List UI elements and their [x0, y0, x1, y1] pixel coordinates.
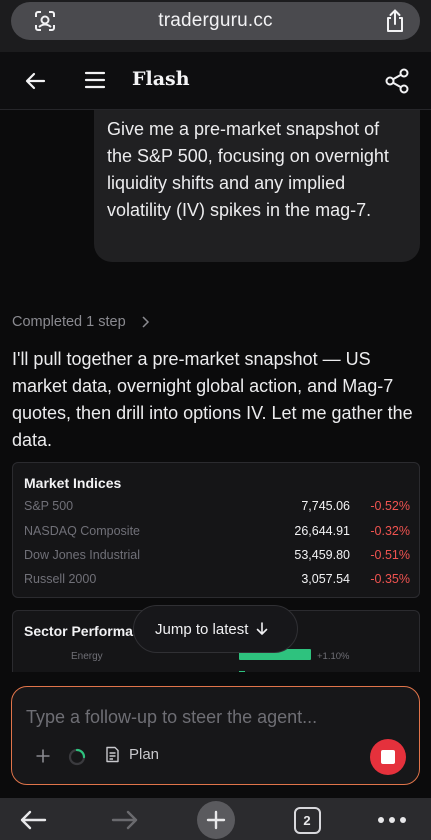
hamburger-menu-icon[interactable] [84, 69, 106, 91]
arrow-right-icon [111, 810, 138, 830]
share-nodes-icon[interactable] [385, 68, 409, 94]
page-settings-icon[interactable] [33, 10, 57, 32]
browser-address-bar-area: traderguru.cc [0, 0, 431, 52]
loading-spinner-icon [68, 748, 86, 766]
index-row: Russell 2000 3,057.54 -0.35% [24, 568, 410, 592]
index-row: NASDAQ Composite 26,644.91 -0.32% [24, 520, 410, 544]
plus-icon[interactable] [36, 749, 50, 763]
user-message-bubble: Give me a pre-market snapshot of the S&P… [94, 110, 420, 262]
arrow-down-icon [257, 622, 268, 635]
index-value: 3,057.54 [301, 572, 350, 586]
follow-up-input[interactable]: Type a follow-up to steer the agent... [26, 707, 317, 728]
plan-button[interactable]: Plan [104, 746, 159, 763]
assistant-message: I'll pull together a pre-market snapshot… [12, 349, 413, 450]
page-title: Flash [132, 68, 190, 90]
sector-name: Energy [71, 651, 103, 662]
index-row: S&P 500 7,745.06 -0.52% [24, 495, 410, 519]
chat-thread[interactable]: Give me a pre-market snapshot of the S&P… [0, 110, 431, 672]
browser-back-button[interactable] [18, 806, 48, 834]
sector-change: +1.10% [317, 651, 350, 662]
app-header: Flash [0, 52, 431, 110]
index-name: NASDAQ Composite [24, 524, 141, 538]
index-change: -0.52% [370, 499, 410, 513]
browser-forward-button[interactable] [110, 806, 140, 834]
more-dots-icon [378, 817, 406, 823]
index-name: S&P 500 [24, 499, 74, 513]
follow-up-composer[interactable]: Type a follow-up to steer the agent... P… [11, 686, 420, 785]
index-value: 53,459.80 [294, 548, 350, 562]
stop-icon [381, 750, 395, 764]
index-name: Dow Jones Industrial [24, 548, 141, 562]
stop-button[interactable] [370, 739, 406, 775]
new-tab-button[interactable] [197, 801, 235, 839]
plan-document-icon [106, 746, 119, 763]
completed-steps-toggle[interactable]: Completed 1 step [12, 314, 150, 330]
index-change: -0.32% [370, 524, 410, 538]
plan-label: Plan [129, 746, 160, 763]
index-value: 26,644.91 [294, 524, 350, 538]
more-options-button[interactable] [374, 806, 410, 834]
tab-count: 2 [293, 806, 321, 834]
index-change: -0.51% [370, 548, 410, 562]
browser-toolbar: 2 [0, 798, 431, 840]
plus-icon [206, 810, 226, 830]
market-indices-title: Market Indices [24, 475, 122, 491]
chevron-right-icon [142, 316, 149, 328]
jump-to-latest-button[interactable]: Jump to latest [133, 605, 298, 653]
tab-switcher-button[interactable]: 2 [292, 806, 322, 834]
url-text[interactable]: traderguru.cc [158, 10, 273, 32]
market-indices-card: Market Indices S&P 500 7,745.06 -0.52% N… [12, 462, 420, 598]
index-value: 7,745.06 [301, 499, 350, 513]
index-change: -0.35% [370, 572, 410, 586]
share-icon[interactable] [384, 9, 406, 33]
index-name: Russell 2000 [24, 572, 97, 586]
address-bar[interactable]: traderguru.cc [11, 2, 420, 40]
index-row: Dow Jones Industrial 53,459.80 -0.51% [24, 544, 410, 568]
arrow-left-icon [20, 810, 47, 830]
jump-to-latest-label: Jump to latest [155, 620, 249, 638]
back-arrow-icon[interactable] [24, 69, 48, 93]
completed-steps-label: Completed 1 step [12, 314, 126, 330]
